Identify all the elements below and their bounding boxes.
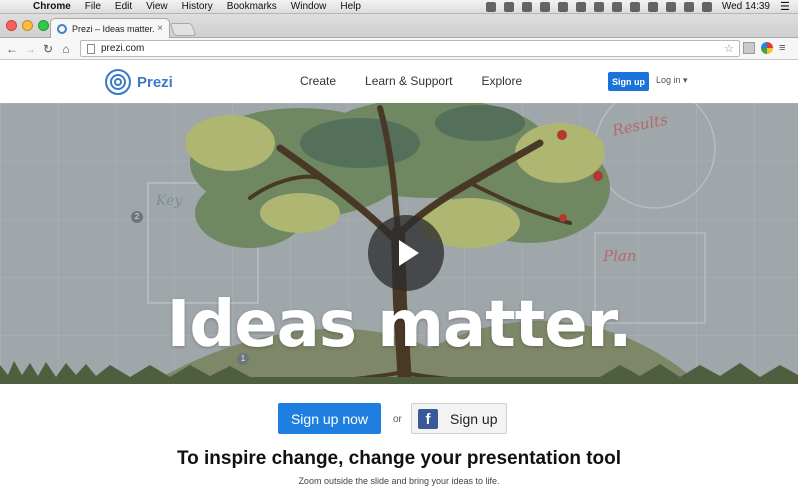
nav-create[interactable]: Create <box>300 74 336 88</box>
prezi-logo-icon <box>105 69 131 95</box>
status-tool-icon[interactable] <box>539 1 550 12</box>
main-nav: Create Learn & Support Explore <box>300 74 551 88</box>
volume-icon[interactable] <box>683 1 694 12</box>
menu-file[interactable]: File <box>78 0 108 14</box>
play-video-button[interactable] <box>368 215 444 291</box>
browser-toolbar: ← → ↻ ⌂ prezi.com ☆ ≡ <box>0 38 798 60</box>
menu-app-chrome[interactable]: Chrome <box>26 0 78 14</box>
address-bar-url: prezi.com <box>101 43 145 54</box>
status-clock-icon[interactable] <box>593 1 604 12</box>
login-link[interactable]: Log in ▾ <box>656 75 688 86</box>
forward-arrow-icon[interactable]: → <box>21 42 39 56</box>
menu-history[interactable]: History <box>175 0 220 14</box>
menu-bar: Chrome File Edit View History Bookmarks … <box>0 0 798 14</box>
menu-edit[interactable]: Edit <box>108 0 139 14</box>
bookmark-star-icon[interactable]: ☆ <box>724 42 734 55</box>
tab-title: Prezi – Ideas matter. <box>72 23 155 34</box>
menu-window[interactable]: Window <box>284 0 334 14</box>
tagline: To inspire change, change your presentat… <box>176 448 622 469</box>
chrome-menu-icon[interactable]: ≡ <box>779 42 785 54</box>
tab-strip: Prezi – Ideas matter. × <box>0 14 798 38</box>
facebook-signup-button[interactable]: f Sign up <box>411 403 507 434</box>
menu-view[interactable]: View <box>139 0 175 14</box>
extension-icon[interactable] <box>743 42 755 54</box>
notification-center-icon[interactable]: ☰ <box>780 0 792 13</box>
prezi-favicon-icon <box>57 23 67 34</box>
status-arrow-icon[interactable] <box>557 1 568 12</box>
menubar-clock[interactable]: Wed 14:39 <box>716 1 776 12</box>
color-extension-icon[interactable] <box>761 42 773 54</box>
header-signup-button[interactable]: Sign up <box>608 72 649 91</box>
browser-tab[interactable]: Prezi – Ideas matter. × <box>50 18 170 38</box>
home-icon[interactable]: ⌂ <box>57 42 75 56</box>
sketch-key-label: Key <box>156 193 183 209</box>
page-icon <box>87 43 95 54</box>
site-header: Prezi Create Learn & Support Explore Sig… <box>0 61 798 103</box>
subline: Zoom outside the slide and bring your id… <box>298 476 500 486</box>
back-arrow-icon[interactable]: ← <box>3 42 21 56</box>
status-app-icon[interactable] <box>485 1 496 12</box>
hero-title: Ideas matter. <box>166 288 633 362</box>
nav-learn-support[interactable]: Learn & Support <box>365 74 452 88</box>
facebook-icon: f <box>418 408 438 429</box>
cta-row: Sign up now or f Sign up <box>0 402 798 434</box>
minimize-window-button[interactable] <box>22 20 33 31</box>
signup-now-button[interactable]: Sign up now <box>278 403 381 434</box>
new-tab-button[interactable] <box>169 23 197 36</box>
reload-icon[interactable]: ↻ <box>39 42 57 56</box>
battery-icon[interactable] <box>701 1 712 12</box>
or-text: or <box>393 414 402 425</box>
window-controls <box>6 20 49 31</box>
menu-bookmarks[interactable]: Bookmarks <box>220 0 284 14</box>
status-refresh-icon[interactable] <box>611 1 622 12</box>
menu-help[interactable]: Help <box>333 0 368 14</box>
logo-text: Prezi <box>137 73 173 91</box>
nav-explore[interactable]: Explore <box>481 74 522 88</box>
status-sync-icon[interactable] <box>521 1 532 12</box>
step-badge-2: 2 <box>131 211 143 223</box>
prezi-logo[interactable]: Prezi <box>105 69 173 95</box>
status-area: Wed 14:39 ☰ <box>482 0 798 14</box>
status-eye-icon[interactable] <box>503 1 514 12</box>
toolbar-extensions: ≡ <box>743 42 785 54</box>
wifi-icon[interactable] <box>665 1 676 12</box>
address-bar[interactable]: prezi.com ☆ <box>80 40 740 57</box>
hero-banner: Key Results Plan 2 1 Ideas matter. <box>0 103 798 384</box>
tab-close-icon[interactable]: × <box>157 23 163 34</box>
bluetooth-icon[interactable] <box>629 1 640 12</box>
facebook-signup-label: Sign up <box>450 410 498 427</box>
status-dropbox-icon[interactable] <box>575 1 586 12</box>
time-machine-icon[interactable] <box>647 1 658 12</box>
close-window-button[interactable] <box>6 20 17 31</box>
sketch-plan-label: Plan <box>603 247 637 265</box>
zoom-window-button[interactable] <box>38 20 49 31</box>
